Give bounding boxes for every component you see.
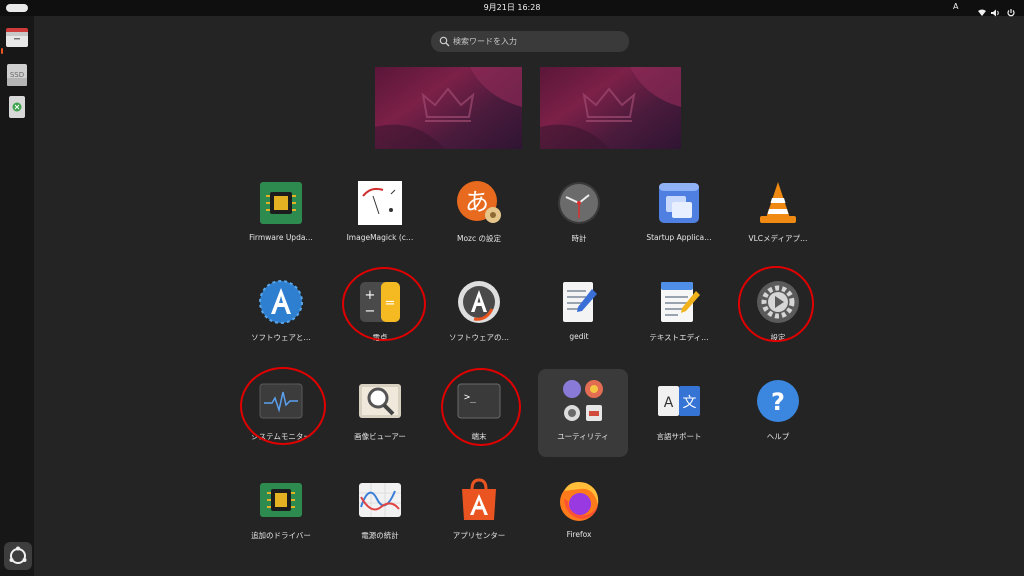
- startup-apps-icon: [659, 183, 699, 223]
- app-label: 設定: [770, 333, 786, 342]
- search-bar[interactable]: [431, 31, 629, 52]
- app-mozc-settings[interactable]: あ Mozc の設定: [434, 171, 524, 259]
- image-viewer-icon: [359, 384, 401, 418]
- app-label: 追加のドライバー: [251, 531, 311, 540]
- software-updater-icon: [458, 281, 500, 323]
- crown-wallpaper-icon: [375, 67, 522, 149]
- app-text-editor[interactable]: テキストエディ…: [634, 270, 724, 358]
- app-label: Mozc の設定: [456, 234, 501, 243]
- dock-item-ssd[interactable]: SSD: [4, 62, 30, 88]
- app-app-center[interactable]: アプリセンター: [434, 468, 524, 556]
- software-blue-icon: [259, 280, 303, 324]
- app-label: 電卓: [372, 333, 388, 342]
- dock-item-files[interactable]: [4, 24, 30, 50]
- app-label: 時計: [571, 234, 587, 243]
- svg-text:+: +: [365, 288, 376, 303]
- svg-text:>_: >_: [464, 392, 477, 403]
- app-terminal[interactable]: >_ 端末: [434, 369, 524, 457]
- search-icon: [439, 36, 450, 47]
- svg-text:?: ?: [771, 388, 785, 416]
- power-stats-icon: [359, 483, 401, 517]
- system-monitor-icon: [259, 383, 303, 419]
- system-tray[interactable]: [976, 3, 1018, 17]
- app-vlc[interactable]: VLCメディアプ…: [733, 171, 823, 259]
- top-bar: 9月21日 16:28 A: [0, 0, 1024, 17]
- app-label: Firefox: [566, 530, 592, 539]
- app-label: 言語サポート: [656, 432, 702, 441]
- app-label: ソフトウェアの…: [449, 333, 509, 342]
- input-method-indicator[interactable]: A: [953, 2, 958, 11]
- app-label: ソフトウェアと…: [251, 333, 311, 342]
- svg-text:あ: あ: [465, 188, 489, 216]
- app-imagemagick[interactable]: ImageMagick (c…: [335, 171, 425, 259]
- app-startup-applications[interactable]: Startup Applica…: [634, 171, 724, 259]
- vlc-cone-icon: [760, 182, 796, 223]
- drive-label: SSD: [10, 71, 24, 79]
- language-support-icon: A 文: [658, 386, 700, 416]
- app-software-properties[interactable]: ソフトウェアと…: [236, 270, 326, 358]
- app-power-statistics[interactable]: 電源の統計: [335, 468, 425, 556]
- ubuntu-logo-icon: [9, 546, 27, 564]
- mozc-icon: あ: [457, 181, 501, 223]
- app-label: Startup Applica…: [646, 233, 712, 242]
- gedit-icon: [563, 282, 597, 322]
- app-software-updater[interactable]: ソフトウェアの…: [434, 270, 524, 358]
- chip-green-icon: [260, 182, 302, 224]
- app-center-icon: [462, 478, 496, 520]
- app-label: Firmware Upda…: [249, 233, 313, 242]
- terminal-icon: >_: [457, 383, 501, 419]
- app-image-viewer[interactable]: 画像ビューアー: [335, 369, 425, 457]
- svg-text:文: 文: [683, 395, 697, 411]
- app-label: gedit: [569, 332, 589, 341]
- wifi-icon: [978, 9, 986, 16]
- app-label: システムモニター: [251, 432, 311, 441]
- trash-icon: [9, 96, 25, 118]
- app-label: ヘルプ: [766, 432, 790, 441]
- dock-item-trash[interactable]: [4, 94, 30, 120]
- help-icon: ?: [757, 380, 799, 422]
- app-label: アプリセンター: [452, 531, 506, 540]
- app-settings[interactable]: 設定: [733, 270, 823, 358]
- app-gedit[interactable]: gedit: [534, 270, 624, 358]
- drive-icon: SSD: [7, 64, 27, 86]
- app-additional-drivers[interactable]: 追加のドライバー: [236, 468, 326, 556]
- clock-icon: [558, 182, 600, 224]
- app-folder-utilities[interactable]: ユーティリティ: [538, 369, 628, 457]
- running-indicator: [1, 48, 3, 54]
- svg-text:A: A: [664, 395, 674, 411]
- app-language-support[interactable]: A 文 言語サポート: [634, 369, 724, 457]
- svg-text:−: −: [365, 304, 376, 319]
- crown-wallpaper-icon: [540, 67, 681, 149]
- folder-icon: [6, 28, 28, 47]
- calculator-icon: + − =: [360, 282, 400, 322]
- app-label: 電源の統計: [361, 531, 399, 540]
- imagemagick-icon: [358, 181, 402, 225]
- power-icon: [1007, 9, 1015, 17]
- app-help[interactable]: ? ヘルプ: [733, 369, 823, 457]
- svg-text:=: =: [385, 296, 396, 311]
- settings-gear-icon: [757, 281, 799, 323]
- app-system-monitor[interactable]: システムモニター: [236, 369, 326, 457]
- app-label: 端末: [471, 432, 487, 441]
- search-input[interactable]: [453, 31, 623, 52]
- workspace-thumbnail-1[interactable]: [375, 67, 522, 149]
- chip-green-icon: [260, 483, 302, 517]
- clock-datetime[interactable]: 9月21日 16:28: [0, 2, 1024, 13]
- app-label: テキストエディ…: [649, 333, 709, 342]
- dock: SSD: [0, 16, 34, 576]
- app-label: ユーティリティ: [557, 432, 609, 441]
- app-clocks[interactable]: 時計: [534, 171, 624, 259]
- app-calculator[interactable]: + − = 電卓: [335, 270, 425, 358]
- folder-utilities-icon: [563, 380, 603, 421]
- volume-icon: [991, 9, 999, 17]
- app-firefox[interactable]: Firefox: [534, 468, 624, 556]
- app-label: ImageMagick (c…: [346, 233, 414, 242]
- firefox-icon: [560, 482, 599, 521]
- app-firmware-updater[interactable]: Firmware Upda…: [236, 171, 326, 259]
- app-label: 画像ビューアー: [354, 432, 406, 441]
- workspace-thumbnail-2[interactable]: [540, 67, 681, 149]
- text-editor-icon: [661, 282, 700, 322]
- show-apps-button[interactable]: [4, 542, 32, 570]
- app-label: VLCメディアプ…: [748, 234, 808, 243]
